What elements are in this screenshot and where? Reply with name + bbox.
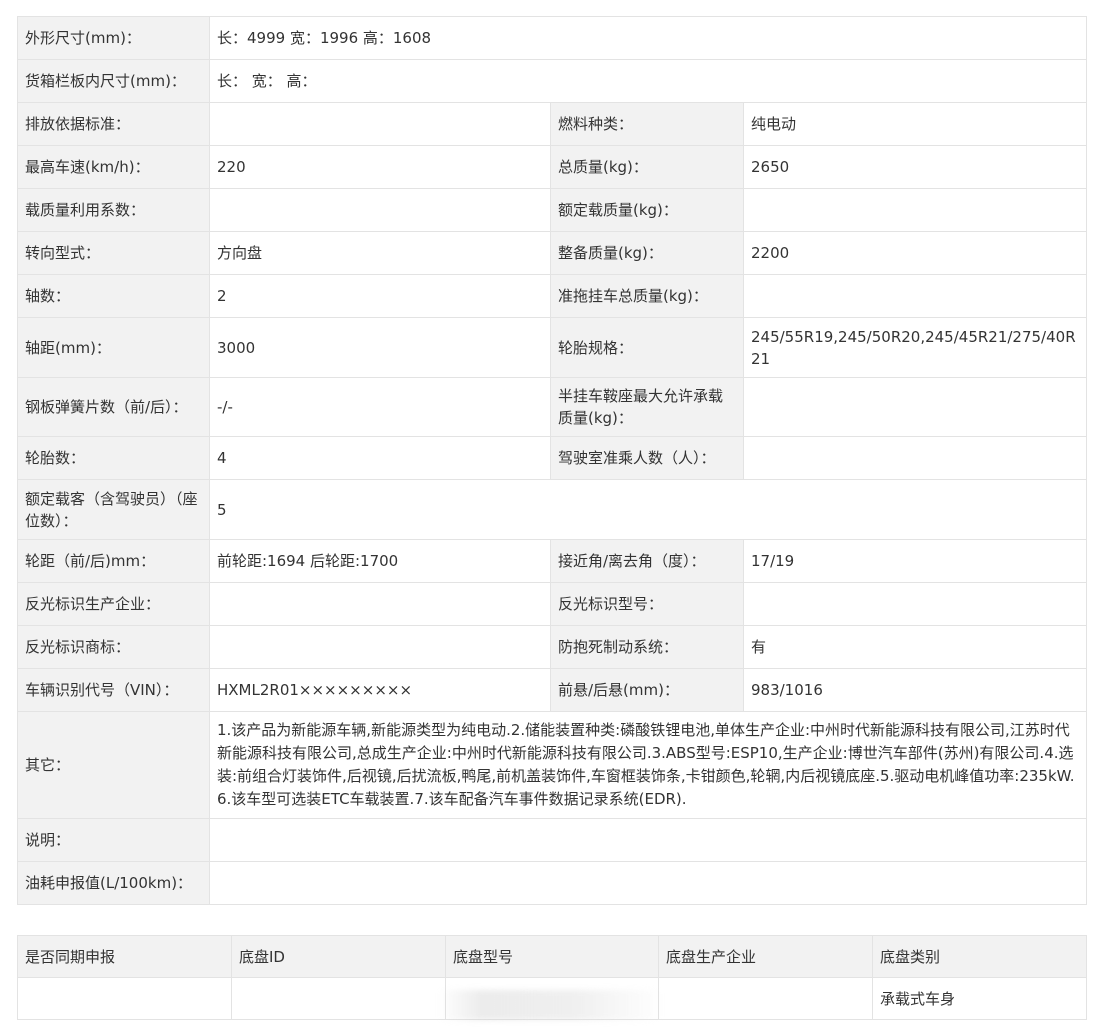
chassis-cell-id (231, 977, 446, 1020)
trailer-mass-label: 准拖挂车总质量(kg)： (550, 274, 744, 318)
table-row: 轴数： 2 准拖挂车总质量(kg)： (17, 274, 1088, 318)
table-row: 最高车速(km/h)： 220 总质量(kg)： 2650 (17, 145, 1088, 189)
table-row: 轮胎数： 4 驾驶室准乘人数（人）： (17, 436, 1088, 480)
load-util-label: 载质量利用系数： (17, 188, 210, 232)
saddle-load-label: 半挂车鞍座最大允许承载质量(kg)： (550, 377, 744, 437)
reflector-brand-value (209, 625, 551, 669)
total-mass-value: 2650 (742, 145, 1088, 189)
load-util-value (209, 188, 551, 232)
vin-value: HXML2R01××××××××× (209, 668, 551, 712)
abs-value: 有 (742, 625, 1088, 669)
leaf-spring-value: -/- (209, 377, 551, 437)
dimensions-value: 长：4999 宽：1996 高：1608 (208, 16, 1088, 60)
fuel-consumption-label: 油耗申报值(L/100km)： (17, 861, 210, 905)
table-row: 轮距（前/后)mm： 前轮距:1694 后轮距:1700 接近角/离去角（度）：… (17, 539, 1088, 583)
tire-spec-value: 245/55R19,245/50R20,245/45R21/275/40R21 (742, 317, 1088, 378)
vehicle-spec-table: 外形尺寸(mm)： 长：4999 宽：1996 高：1608 货箱栏板内尺寸(m… (17, 16, 1088, 905)
chassis-header-category: 底盘类别 (872, 935, 1087, 978)
chassis-header-concurrent: 是否同期申报 (17, 935, 232, 978)
table-row: 额定载客（含驾驶员）（座位数）： 5 (17, 479, 1088, 540)
axles-value: 2 (209, 274, 551, 318)
reflector-brand-label: 反光标识商标： (17, 625, 210, 669)
table-row: 说明： (17, 818, 1088, 862)
table-row: 排放依据标准： 燃料种类： 纯电动 (17, 102, 1088, 146)
steering-label: 转向型式： (17, 231, 210, 275)
total-mass-label: 总质量(kg)： (550, 145, 744, 189)
chassis-header-row: 是否同期申报 底盘ID 底盘型号 底盘生产企业 底盘类别 (17, 935, 1087, 978)
tire-spec-label: 轮胎规格： (550, 317, 744, 378)
passengers-label: 额定载客（含驾驶员）（座位数）： (17, 479, 210, 540)
emission-value (209, 102, 551, 146)
tire-count-value: 4 (209, 436, 551, 480)
curb-mass-label: 整备质量(kg)： (550, 231, 744, 275)
table-row: 货箱栏板内尺寸(mm)： 长： 宽： 高： (17, 59, 1088, 103)
chassis-header-id: 底盘ID (231, 935, 446, 978)
tire-count-label: 轮胎数： (17, 436, 210, 480)
cargo-box-label: 货箱栏板内尺寸(mm)： (17, 59, 210, 103)
track-label: 轮距（前/后)mm： (17, 539, 210, 583)
vin-label: 车辆识别代号（VIN）： (17, 668, 210, 712)
trailer-mass-value (742, 274, 1088, 318)
cab-seats-value (742, 436, 1088, 480)
table-row: 反光标识生产企业： 反光标识型号： (17, 582, 1088, 626)
chassis-cell-category: 承载式车身 (872, 977, 1087, 1020)
table-row: 转向型式： 方向盘 整备质量(kg)： 2200 (17, 231, 1088, 275)
rated-load-value (742, 188, 1088, 232)
passengers-value: 5 (208, 479, 1088, 540)
max-speed-label: 最高车速(km/h)： (17, 145, 210, 189)
rated-load-label: 额定载质量(kg)： (550, 188, 744, 232)
table-row: 反光标识商标： 防抱死制动系统： 有 (17, 625, 1088, 669)
table-row: 外形尺寸(mm)： 长：4999 宽：1996 高：1608 (17, 16, 1088, 60)
table-row: 承载式车身 (17, 977, 1087, 1020)
overhang-value: 983/1016 (742, 668, 1088, 712)
abs-label: 防抱死制动系统： (550, 625, 744, 669)
overhang-label: 前悬/后悬(mm)： (550, 668, 744, 712)
chassis-cell-manufacturer (658, 977, 873, 1020)
note-value (208, 818, 1088, 862)
table-row: 其它： 1.该产品为新能源车辆,新能源类型为纯电动.2.储能装置种类:磷酸铁锂电… (17, 711, 1088, 819)
wheelbase-value: 3000 (209, 317, 551, 378)
cab-seats-label: 驾驶室准乘人数（人）： (550, 436, 744, 480)
curb-mass-value: 2200 (742, 231, 1088, 275)
track-value: 前轮距:1694 后轮距:1700 (209, 539, 551, 583)
dimensions-label: 外形尺寸(mm)： (17, 16, 210, 60)
wheelbase-label: 轴距(mm)： (17, 317, 210, 378)
emission-label: 排放依据标准： (17, 102, 210, 146)
reflector-model-label: 反光标识型号： (550, 582, 744, 626)
fuel-value: 纯电动 (742, 102, 1088, 146)
other-label: 其它： (17, 711, 210, 819)
leaf-spring-label: 钢板弹簧片数（前/后）： (17, 377, 210, 437)
cargo-box-value: 长： 宽： 高： (208, 59, 1088, 103)
chassis-header-model: 底盘型号 (445, 935, 659, 978)
angle-label: 接近角/离去角（度）： (550, 539, 744, 583)
table-row: 油耗申报值(L/100km)： (17, 861, 1088, 905)
table-row: 钢板弹簧片数（前/后）： -/- 半挂车鞍座最大允许承载质量(kg)： (17, 377, 1088, 437)
chassis-header-manufacturer: 底盘生产企业 (658, 935, 873, 978)
saddle-load-value (742, 377, 1088, 437)
chassis-table: 是否同期申报 底盘ID 底盘型号 底盘生产企业 底盘类别 承载式车身 (17, 935, 1087, 1020)
chassis-cell-concurrent (17, 977, 232, 1020)
max-speed-value: 220 (209, 145, 551, 189)
table-row: 轴距(mm)： 3000 轮胎规格： 245/55R19,245/50R20,2… (17, 317, 1088, 378)
table-row: 载质量利用系数： 额定载质量(kg)： (17, 188, 1088, 232)
reflector-maker-value (209, 582, 551, 626)
note-label: 说明： (17, 818, 210, 862)
axles-label: 轴数： (17, 274, 210, 318)
table-row: 车辆识别代号（VIN）： HXML2R01××××××××× 前悬/后悬(mm)… (17, 668, 1088, 712)
reflector-maker-label: 反光标识生产企业： (17, 582, 210, 626)
fuel-consumption-value (208, 861, 1088, 905)
angle-value: 17/19 (742, 539, 1088, 583)
chassis-cell-model (445, 977, 659, 1020)
reflector-model-value (742, 582, 1088, 626)
steering-value: 方向盘 (209, 231, 551, 275)
other-value: 1.该产品为新能源车辆,新能源类型为纯电动.2.储能装置种类:磷酸铁锂电池,单体… (208, 711, 1088, 819)
fuel-label: 燃料种类： (550, 102, 744, 146)
